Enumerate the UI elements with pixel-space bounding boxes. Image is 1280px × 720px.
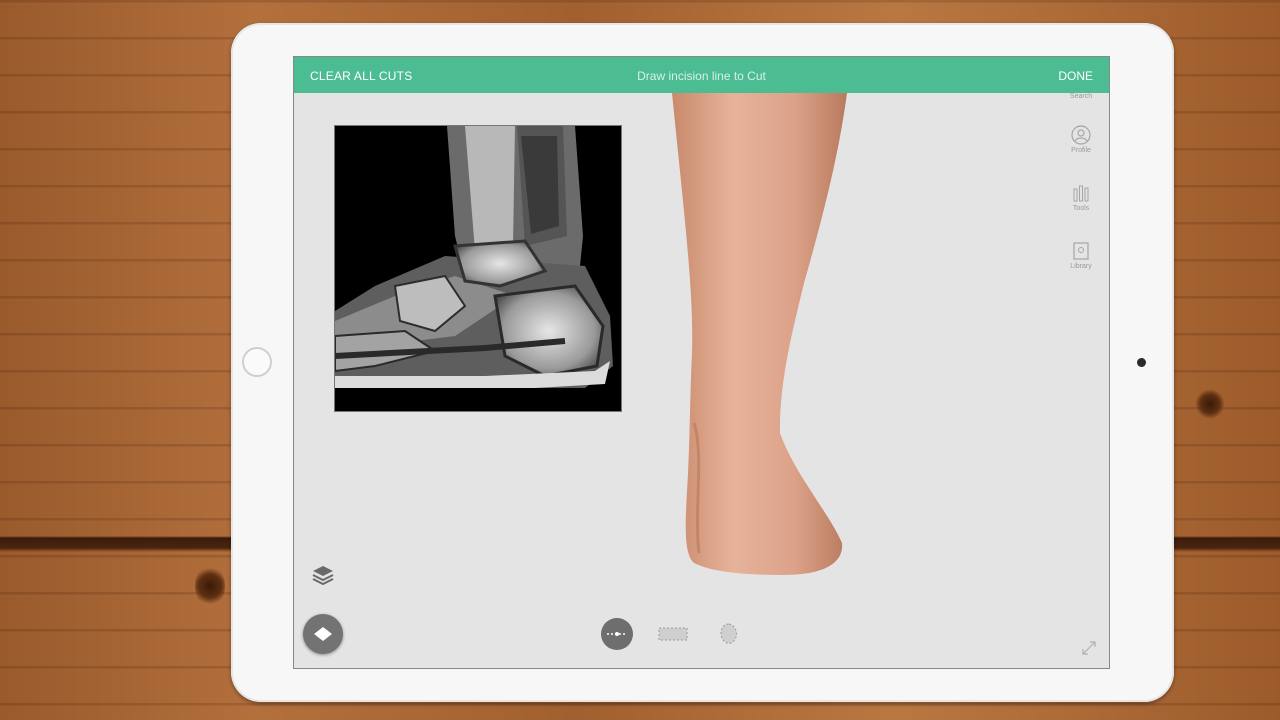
leg-3d-model[interactable] <box>654 93 854 593</box>
instruction-text: Draw incision line to Cut <box>637 69 766 83</box>
rectangle-cut-icon <box>658 627 688 641</box>
layers-button[interactable] <box>310 563 336 589</box>
profile-label: Profile <box>1071 147 1091 154</box>
tools-tool[interactable]: Tools <box>1061 183 1101 212</box>
wood-knot <box>1196 388 1224 420</box>
view-mode-button[interactable] <box>303 614 343 654</box>
freeform-cut-icon <box>720 623 737 644</box>
profile-tool[interactable]: Profile <box>1061 125 1101 154</box>
front-camera <box>1137 358 1146 367</box>
app-screen: CLEAR ALL CUTS Draw incision line to Cut… <box>293 56 1110 669</box>
done-button[interactable]: DONE <box>1058 69 1093 83</box>
wood-knot <box>195 565 225 607</box>
library-label: Library <box>1070 263 1092 270</box>
search-tool[interactable]: Search <box>1061 93 1101 100</box>
profile-icon <box>1071 125 1091 145</box>
search-label: Search <box>1069 93 1093 100</box>
line-cut-icon <box>607 632 627 636</box>
freeform-cut-button[interactable] <box>713 618 745 650</box>
diamond-view-icon <box>314 627 332 641</box>
library-icon <box>1073 242 1089 260</box>
tools-label: Tools <box>1072 205 1090 212</box>
line-cut-button[interactable] <box>601 618 633 650</box>
top-toolbar: CLEAR ALL CUTS Draw incision line to Cut… <box>294 57 1109 93</box>
rectangle-cut-button[interactable] <box>657 618 689 650</box>
expand-icon[interactable] <box>1081 640 1097 656</box>
tools-icon <box>1073 185 1089 202</box>
mri-image[interactable] <box>334 125 622 412</box>
layers-icon <box>312 566 334 586</box>
library-tool[interactable]: Library <box>1061 241 1101 270</box>
home-button[interactable] <box>242 347 272 377</box>
cut-tool-group <box>601 618 741 650</box>
